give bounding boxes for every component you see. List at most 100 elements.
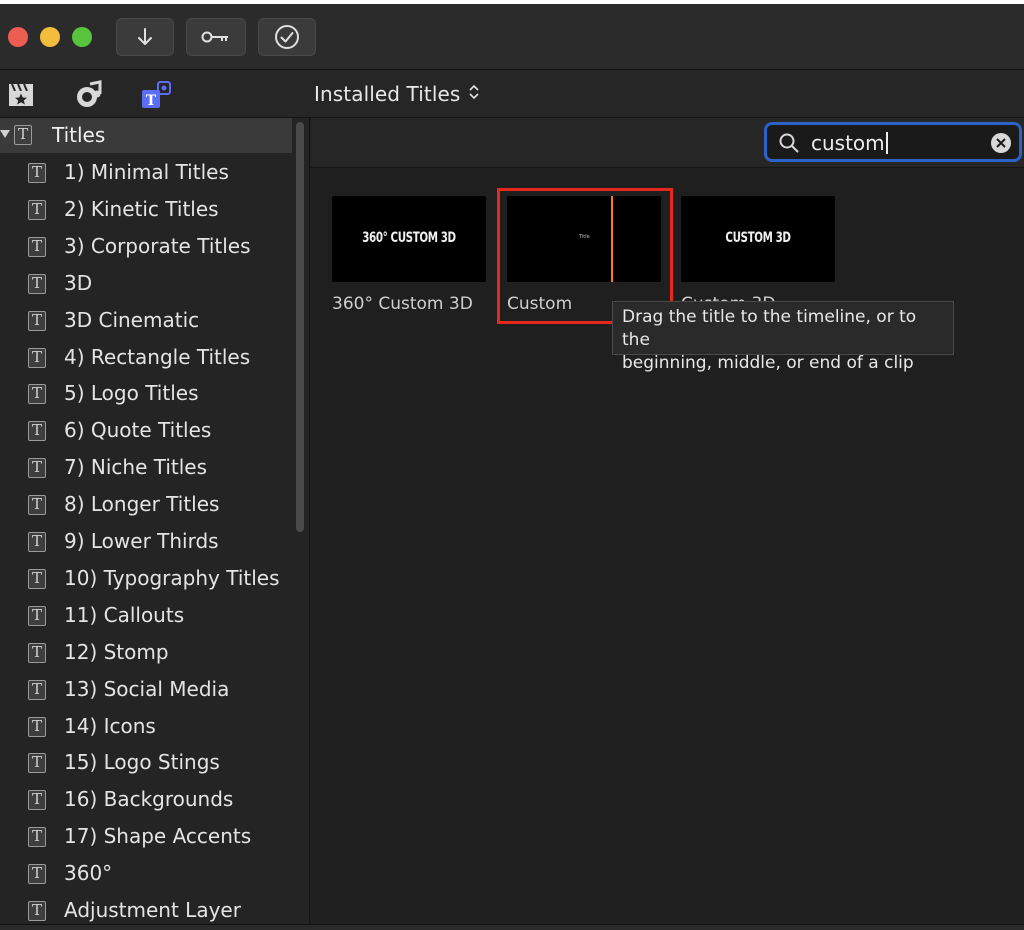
title-t-icon: [28, 310, 46, 331]
sidebar-item[interactable]: 5) Logo Titles: [0, 376, 292, 413]
sidebar-item[interactable]: 7) Niche Titles: [0, 450, 292, 487]
installed-titles-popup[interactable]: Installed Titles: [314, 82, 480, 106]
sidebar-item-label: 8) Longer Titles: [64, 492, 220, 517]
zoom-window-button[interactable]: [72, 27, 92, 47]
sidebar-item-label: 4) Rectangle Titles: [64, 344, 251, 369]
sidebar-item-label: 9) Lower Thirds: [64, 529, 219, 553]
sidebar-item-label: 3D: [64, 270, 93, 295]
titles-browser: custom 360° CUSTOM 3D 360° Custom 3D Tit…: [311, 118, 1024, 924]
thumbnail-text: 360° CUSTOM 3D: [362, 230, 456, 246]
sidebar-item[interactable]: 2) Kinetic Titles: [0, 192, 292, 229]
sidebar-item[interactable]: 17) Shape Accents: [0, 819, 292, 856]
sidebar-item-label: 3) Corporate Titles: [64, 233, 251, 258]
title-t-icon: [28, 384, 46, 405]
sidebar-scrollbar[interactable]: [296, 122, 304, 532]
title-t-icon: [28, 679, 46, 700]
sidebar-item-label: 15) Logo Stings: [64, 750, 220, 775]
titles-generators-icon[interactable]: T: [140, 80, 171, 110]
title-t-icon: [28, 273, 46, 294]
sidebar-item-label: 13) Social Media: [64, 676, 230, 701]
toolbar: [0, 4, 1024, 70]
sidebar-item[interactable]: 360°: [0, 856, 292, 893]
sidebar-item[interactable]: 16) Backgrounds: [0, 782, 292, 819]
sidebar-item[interactable]: 3D: [0, 266, 292, 303]
sidebar-item-label: 17) Shape Accents: [64, 824, 252, 849]
up-down-chevron-icon: [468, 82, 480, 106]
sidebar-item-label: 12) Stomp: [64, 639, 169, 664]
search-icon: [779, 133, 799, 153]
sidebar-item[interactable]: 12) Stomp: [0, 635, 292, 672]
down-arrow-icon: [138, 28, 152, 45]
title-t-icon: [28, 901, 46, 921]
sidebar-item-label: 360°: [64, 861, 113, 886]
close-window-button[interactable]: [8, 27, 28, 47]
tooltip-line-1: Drag the title to the timeline, or to th…: [622, 307, 917, 350]
sidebar-item[interactable]: 8) Longer Titles: [0, 487, 292, 524]
sidebar-item[interactable]: 10) Typography Titles: [0, 561, 292, 598]
sidebar-item[interactable]: 1) Minimal Titles: [0, 155, 292, 192]
checkmark-circle-icon: [275, 25, 299, 49]
keywords-button[interactable]: [186, 18, 246, 56]
sidebar-item[interactable]: 6) Quote Titles: [0, 413, 292, 450]
title-t-icon: [28, 716, 46, 737]
title-t-icon: [28, 532, 46, 552]
sidebar-item[interactable]: 3D Cinematic: [0, 303, 292, 340]
text-caret: [885, 132, 888, 154]
sidebar-item-label: 16) Backgrounds: [64, 787, 234, 812]
search-input[interactable]: custom: [811, 131, 888, 155]
title-t-icon: [28, 347, 46, 368]
search-field[interactable]: custom: [764, 122, 1022, 162]
sidebar-item[interactable]: 13) Social Media: [0, 672, 292, 709]
svg-text:T: T: [146, 93, 157, 109]
sidebar-item[interactable]: Adjustment Layer: [0, 893, 292, 924]
sidebar-item-label: 14) Icons: [64, 713, 156, 738]
title-t-icon: [28, 753, 46, 774]
browser-header: T Installed Titles: [0, 70, 1024, 118]
background-tasks-button[interactable]: [258, 18, 316, 56]
music-sound-icon[interactable]: [74, 80, 104, 110]
title-t-icon: [28, 568, 46, 589]
sidebar-item[interactable]: 3) Corporate Titles: [0, 229, 292, 266]
bottom-edge: [0, 924, 1024, 930]
import-button[interactable]: [116, 18, 174, 56]
sidebar-item[interactable]: 14) Icons: [0, 709, 292, 746]
title-t-icon: [28, 864, 46, 885]
photos-clapper-icon[interactable]: [6, 80, 36, 110]
title-t-icon: [28, 421, 46, 442]
title-t-icon: [28, 199, 46, 220]
search-value: custom: [811, 131, 885, 155]
title-thumbnail-360-custom-3d[interactable]: 360° CUSTOM 3D: [332, 196, 486, 282]
minimize-window-button[interactable]: [40, 27, 60, 47]
title-thumbnail-custom-3d[interactable]: CUSTOM 3D: [681, 196, 835, 282]
key-icon: [201, 31, 228, 43]
title-t-icon: [28, 790, 46, 811]
title-t-icon: [28, 642, 46, 663]
thumbnail-caption: 360° Custom 3D: [332, 294, 473, 314]
drag-tooltip: Drag the title to the timeline, or to th…: [612, 301, 954, 373]
title-t-icon: [14, 125, 32, 145]
sidebar-item[interactable]: 9) Lower Thirds: [0, 524, 292, 561]
browser-label-text: Installed Titles: [314, 82, 461, 106]
sidebar-item[interactable]: 4) Rectangle Titles: [0, 340, 292, 377]
sidebar-item-label: Adjustment Layer: [64, 898, 241, 922]
sidebar-item-label: 10) Typography Titles: [64, 565, 280, 590]
sidebar-item-label: 1) Minimal Titles: [64, 160, 229, 184]
sidebar-item-titles[interactable]: Titles: [0, 118, 292, 153]
sidebar-item-label: 7) Niche Titles: [64, 455, 208, 480]
sidebar-item[interactable]: 15) Logo Stings: [0, 745, 292, 782]
tooltip-line-2: beginning, middle, or end of a clip: [622, 353, 914, 373]
sidebar-item-label: 6) Quote Titles: [64, 418, 212, 443]
title-t-icon: [28, 605, 46, 626]
title-t-icon: [28, 458, 46, 479]
sidebar-item-label: 5) Logo Titles: [64, 381, 199, 406]
sidebar-item[interactable]: 11) Callouts: [0, 598, 292, 635]
title-t-icon: [28, 236, 46, 257]
disclosure-triangle-icon[interactable]: [0, 129, 10, 139]
sidebar-item-label: 11) Callouts: [64, 602, 185, 627]
title-t-icon: [28, 163, 46, 183]
title-t-icon: [28, 827, 46, 848]
app-window: T Installed Titles Titles 1) Minimal Tit…: [0, 4, 1024, 924]
clear-search-icon[interactable]: [991, 133, 1011, 153]
sidebar-root-label: Titles: [52, 123, 106, 147]
sidebar-item-label: 3D Cinematic: [64, 307, 200, 332]
